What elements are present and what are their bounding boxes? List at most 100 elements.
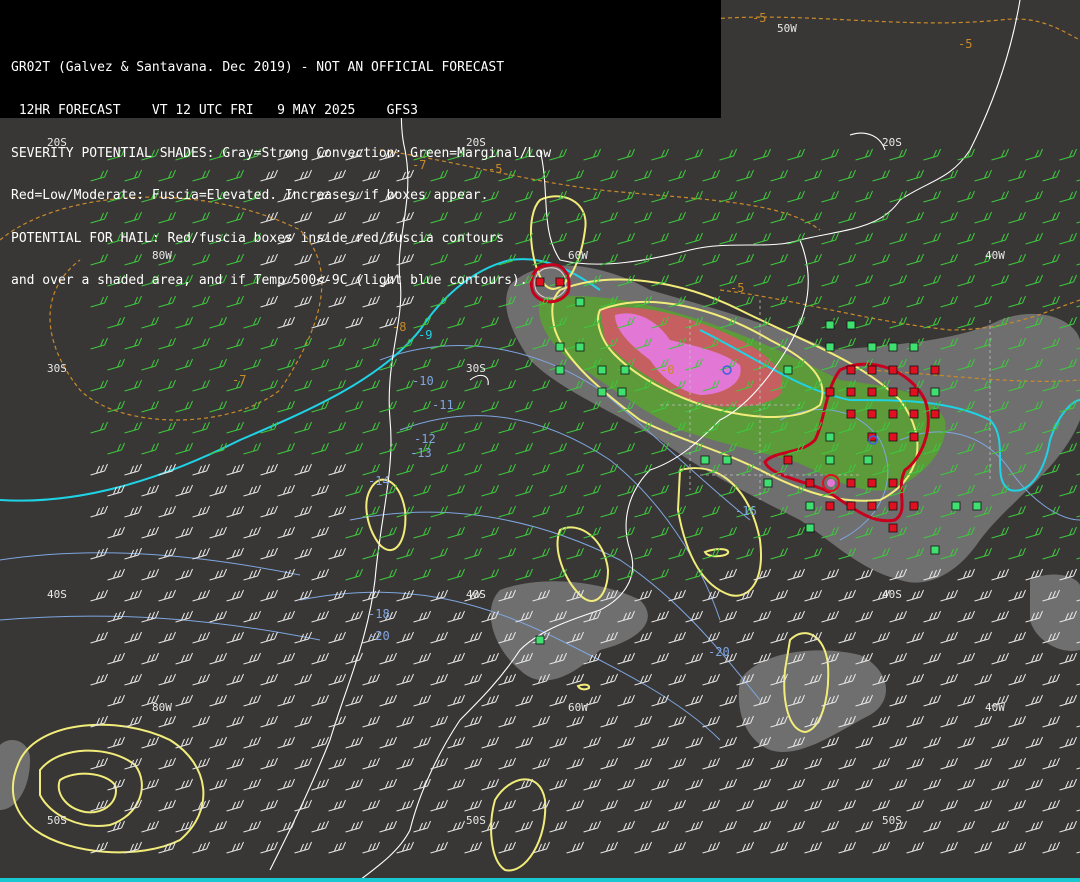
wind-barb (345, 400, 363, 413)
wind-barb (1076, 221, 1080, 224)
wind-barb (838, 169, 856, 182)
wind-barb (719, 568, 737, 581)
wind-barb (702, 673, 720, 686)
hail-box-green (620, 365, 630, 375)
wind-barb (821, 610, 839, 623)
wind-barb (413, 820, 431, 833)
wind-barb (668, 589, 686, 602)
wind-barb (447, 442, 465, 455)
wind-barb (379, 694, 397, 707)
wind-barb (396, 631, 414, 644)
wind-barb (107, 358, 125, 371)
wind-barb (124, 421, 142, 434)
wind-barb (719, 232, 737, 245)
wind-barb (1042, 505, 1060, 518)
lat-label-30s-w: 30S (47, 362, 67, 375)
wind-barb (345, 610, 363, 623)
temp-label-m13: -13 (410, 446, 432, 460)
wind-barb (923, 778, 941, 791)
wind-barb (107, 652, 125, 665)
wind-barb (209, 316, 227, 329)
wind-barb (396, 379, 414, 392)
wind-barb (702, 715, 720, 728)
wind-barb (413, 358, 431, 371)
wind-barb (651, 820, 669, 833)
wind-barb (141, 652, 159, 665)
wind-barb (821, 148, 839, 161)
wind-barb (583, 568, 601, 581)
wind-barb (872, 841, 890, 854)
wind-barb (651, 568, 669, 581)
wind-barb (940, 757, 958, 770)
wind-barb (583, 736, 601, 749)
wind-barb (1076, 851, 1080, 854)
wind-barb (974, 589, 992, 602)
wind-barb (379, 652, 397, 665)
wind-barb (447, 652, 465, 665)
hail-box-red (909, 387, 919, 397)
wind-barb (192, 673, 210, 686)
wind-barb (328, 463, 346, 476)
wind-barb (311, 652, 329, 665)
wind-barb (753, 274, 771, 287)
wind-barb (226, 547, 244, 560)
wind-barb (141, 526, 159, 539)
wind-barb (328, 337, 346, 350)
wind-barb (311, 358, 329, 371)
wind-barb (328, 631, 346, 644)
wind-barb (345, 652, 363, 665)
wind-barb (549, 442, 567, 455)
wind-barb (277, 442, 295, 455)
hail-box-green (825, 455, 835, 465)
hail-box-green (783, 365, 793, 375)
wind-barb (906, 589, 924, 602)
wind-barb (600, 505, 618, 518)
wind-barb (1042, 547, 1060, 560)
wind-barb (107, 526, 125, 539)
wind-barb (872, 631, 890, 644)
header-line-2: 12HR FORECAST VT 12 UTC FRI 9 MAY 2025 G… (11, 103, 418, 118)
wind-barb (1025, 736, 1043, 749)
wind-barb (498, 799, 516, 812)
lat-label-40s-e: 40S (882, 588, 902, 601)
lon-label-40w-n: 40W (985, 249, 1005, 262)
wind-barb (1008, 631, 1026, 644)
wind-barb (957, 232, 975, 245)
wind-barb (515, 820, 533, 833)
temp-label-m9: -9 (418, 328, 432, 342)
wind-barb (957, 610, 975, 623)
wind-barb (855, 274, 873, 287)
wind-barb (498, 841, 516, 854)
wind-barb (1008, 589, 1026, 602)
wind-barb (141, 610, 159, 623)
wind-barb (685, 736, 703, 749)
wind-barb (1008, 673, 1026, 686)
wind-barb (583, 484, 601, 497)
wind-barb (753, 232, 771, 245)
wind-barb (906, 715, 924, 728)
temp-label-m16: -16 (735, 504, 757, 518)
wind-barb (855, 820, 873, 833)
wind-barb (481, 442, 499, 455)
wind-barb (294, 379, 312, 392)
wind-barb (532, 463, 550, 476)
hail-box-green (763, 478, 773, 488)
wind-barb (804, 169, 822, 182)
wind-barb (991, 778, 1009, 791)
wind-barb (787, 526, 805, 539)
wind-barb (141, 316, 159, 329)
wind-barb (192, 505, 210, 518)
wind-barb (413, 484, 431, 497)
wind-barb (753, 148, 771, 161)
wind-barb (515, 694, 533, 707)
wind-barb (1059, 652, 1077, 665)
wind-barb (736, 799, 754, 812)
wind-barb (872, 757, 890, 770)
wind-barb (991, 820, 1009, 833)
wind-barb (158, 757, 176, 770)
wind-barb (447, 694, 465, 707)
wind-barb (277, 358, 295, 371)
wind-barb (532, 715, 550, 728)
wind-barb (430, 547, 448, 560)
wind-barb (736, 169, 754, 182)
